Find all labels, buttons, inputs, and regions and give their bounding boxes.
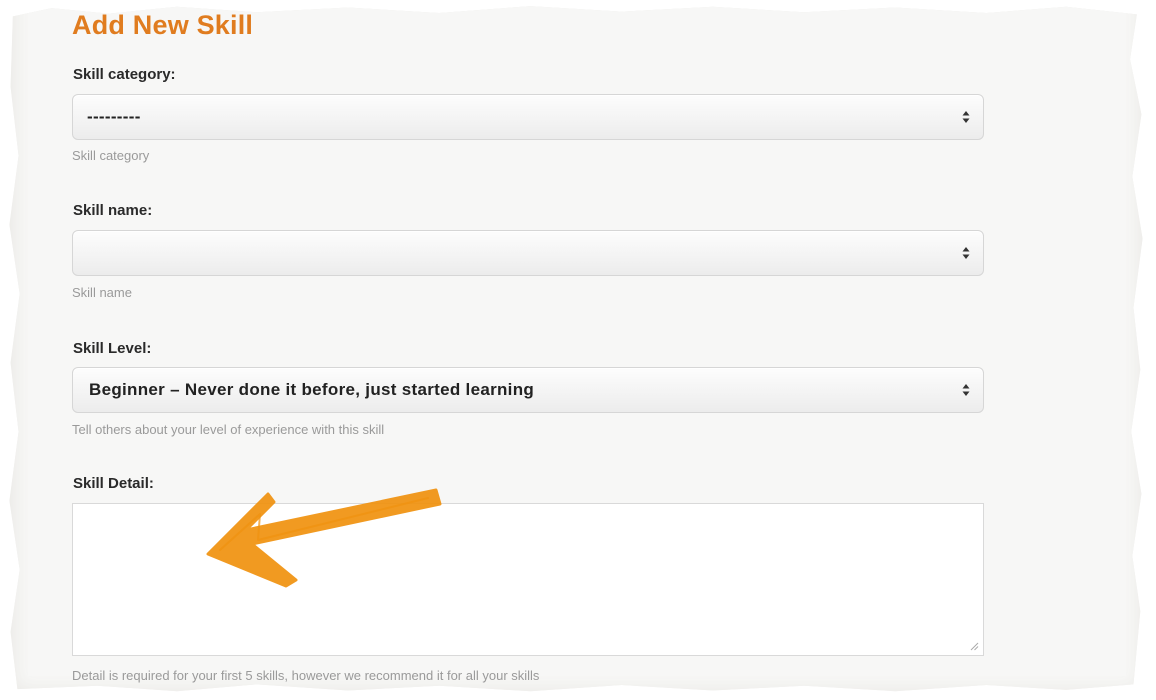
page-title: Add New Skill <box>72 10 254 40</box>
skill-detail-help: Detail is required for your first 5 skil… <box>72 668 540 683</box>
screenshot-stage: Add New Skill Skill category: --------- … <box>0 0 1156 700</box>
skill-name-help: Skill name <box>72 285 132 300</box>
skill-category-label: Skill category: <box>73 66 176 83</box>
up-down-arrows-icon <box>962 247 970 259</box>
resize-grip-icon[interactable] <box>969 641 979 651</box>
skill-category-select[interactable]: --------- <box>72 94 984 140</box>
skill-level-selected-value: Beginner – Never done it before, just st… <box>89 380 535 399</box>
skill-category-selected-value: --------- <box>87 107 141 126</box>
orange-arrow-annotation-icon <box>206 488 442 588</box>
skill-level-help: Tell others about your level of experien… <box>72 422 385 437</box>
skill-name-label: Skill name: <box>73 202 153 219</box>
up-down-arrows-icon <box>962 384 970 396</box>
skill-name-select[interactable] <box>72 230 984 276</box>
skill-detail-label: Skill Detail: <box>73 475 154 492</box>
up-down-arrows-icon <box>962 111 970 123</box>
skill-category-help: Skill category <box>72 148 150 163</box>
skill-level-select[interactable]: Beginner – Never done it before, just st… <box>72 367 984 413</box>
skill-level-label: Skill Level: <box>73 340 152 357</box>
